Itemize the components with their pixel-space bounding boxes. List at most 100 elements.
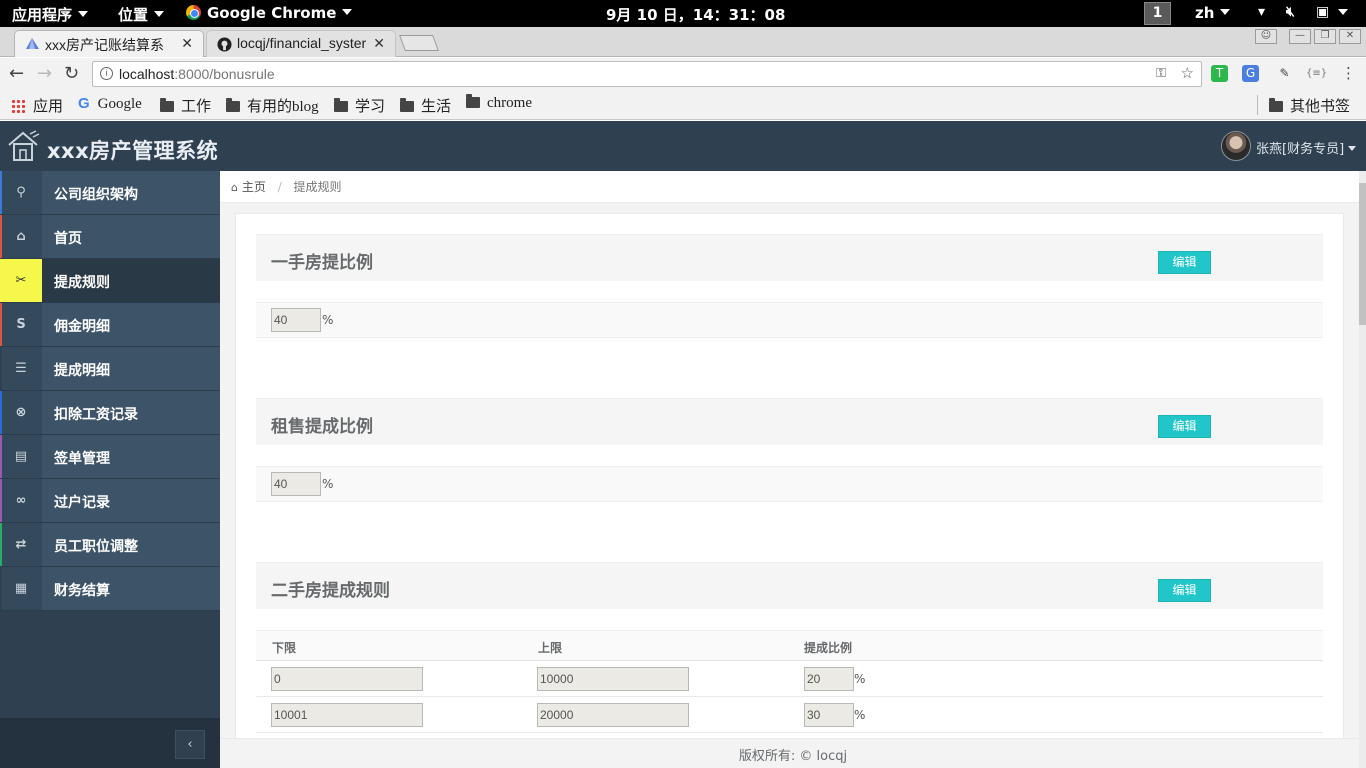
workspace-indicator[interactable]: 1 [1144, 2, 1171, 25]
home-icon: ⌂ [231, 181, 238, 194]
bookmark-star-icon[interactable]: ☆ [1181, 64, 1194, 82]
scrollbar-thumb[interactable] [1359, 183, 1366, 325]
percent-unit: % [322, 313, 334, 327]
input-method-label: zh [1195, 4, 1215, 22]
browser-tab-strip: xxx房产记账结算系 ✕ locqj/financial_syster ✕ ☺ … [0, 27, 1366, 57]
close-icon[interactable]: ✕ [181, 35, 193, 52]
back-icon[interactable]: ← [9, 63, 24, 84]
section-rental-header: 租售提成比例 编辑 [256, 398, 1323, 445]
bookmark-google[interactable]: G Google [78, 95, 142, 113]
sidebar-item-label: 过户记录 [54, 495, 110, 511]
places-menu-label: 位置 [118, 6, 149, 24]
bookmark-folder-life[interactable]: 生活 [400, 95, 451, 116]
bookmarks-divider [1257, 95, 1258, 115]
tools-icon: ✂ [0, 259, 42, 302]
page-scrollbar[interactable] [1359, 171, 1366, 768]
minimize-icon[interactable]: — [1289, 29, 1311, 44]
translate-extension-icon[interactable]: G [1242, 65, 1259, 82]
folder-icon [226, 98, 240, 112]
reload-icon[interactable]: ↻ [64, 63, 79, 84]
chevron-down-icon [1338, 9, 1348, 15]
wifi-icon[interactable]: ▾ [1258, 4, 1265, 20]
key-icon[interactable]: ⚿ [1156, 65, 1166, 81]
bookmark-folder-blog[interactable]: 有用的blog [226, 95, 319, 116]
sidebar-item-accent [0, 391, 2, 434]
profile-icon[interactable]: ☺ [1255, 29, 1277, 44]
clock[interactable]: 9月 10 日，14：31：08 [606, 4, 785, 25]
upper-limit-input[interactable]: 20000 [537, 703, 689, 727]
home-icon: ⌂ [0, 215, 42, 258]
sidebar-item-accent [0, 347, 2, 390]
battery-icon[interactable]: ▣ [1316, 4, 1329, 20]
avatar[interactable] [1221, 131, 1251, 161]
forward-icon[interactable]: → [37, 63, 52, 84]
tab-github[interactable]: locqj/financial_syster ✕ [206, 30, 396, 57]
input-method-menu[interactable]: zh [1195, 4, 1231, 22]
sidebar-item-label: 员工职位调整 [54, 539, 138, 555]
sidebar-item[interactable]: ⌂ 首页 [0, 215, 220, 259]
bookmark-folder-chrome[interactable]: chrome [466, 94, 532, 112]
list-icon: ☰ [0, 347, 42, 390]
chrome-icon [186, 5, 201, 20]
sidebar-item[interactable]: ⚲ 公司组织架构 [0, 171, 220, 215]
bookmark-apps[interactable]: 应用 [11, 95, 63, 116]
breadcrumb-home[interactable]: 主页 [242, 180, 266, 194]
close-window-icon[interactable]: ✕ [1339, 29, 1361, 44]
site-info-icon[interactable]: i [100, 67, 113, 80]
column-upper-limit: 上限 [538, 641, 563, 655]
new-tab-button[interactable] [399, 35, 439, 51]
rate-input[interactable]: 20 [804, 667, 854, 691]
section-title: 租售提成比例 [271, 417, 373, 437]
collapse-sidebar-button[interactable]: ‹ [175, 730, 205, 759]
bookmark-other[interactable]: 其他书签 [1269, 95, 1350, 116]
rental-rate-input[interactable]: 40 [271, 472, 321, 496]
volume-muted-icon[interactable]: 🔇︎ [1286, 4, 1295, 20]
folder-icon [160, 98, 174, 112]
places-menu[interactable]: 位置 [118, 4, 165, 25]
lower-limit-input[interactable]: 10001 [271, 703, 423, 727]
tab-bonusrule[interactable]: xxx房产记账结算系 ✕ [14, 30, 204, 57]
user-menu[interactable]: 张燕[财务专员] [1256, 138, 1357, 157]
bookmarks-bar: 应用 G Google 工作 有用的blog 学习 生活 chrome 其他书签 [0, 90, 1366, 120]
evernote-extension-icon[interactable]: ✎ [1276, 65, 1293, 82]
folder-icon [400, 98, 414, 112]
sidebar-item-label: 公司组织架构 [54, 187, 138, 203]
close-icon[interactable]: ✕ [373, 35, 385, 52]
browser-app-menu[interactable]: Google Chrome [186, 4, 353, 22]
new-house-rate-input[interactable]: 40 [271, 308, 321, 332]
sidebar-item[interactable]: ⇄ 员工职位调整 [0, 523, 220, 567]
bookmark-folder-study[interactable]: 学习 [334, 95, 385, 116]
sidebar-item[interactable]: S 佣金明细 [0, 303, 220, 347]
sidebar-item[interactable]: ☰ 提成明细 [0, 347, 220, 391]
upper-limit-input[interactable]: 10000 [537, 667, 689, 691]
applications-menu[interactable]: 应用程序 [12, 4, 89, 25]
bookmark-label: 有用的blog [247, 99, 319, 115]
section-second-hand-header: 二手房提成规则 编辑 [256, 562, 1323, 609]
lower-limit-input[interactable]: 0 [271, 667, 423, 691]
adblock-extension-icon[interactable]: T [1211, 65, 1228, 82]
edit-new-house-button[interactable]: 编辑 [1158, 251, 1211, 274]
maximize-icon[interactable]: ❐ [1314, 29, 1336, 44]
tab-title: xxx房产记账结算系 [45, 37, 164, 53]
bookmark-folder-work[interactable]: 工作 [160, 95, 211, 116]
rate-input[interactable]: 30 [804, 703, 854, 727]
folder-icon [466, 94, 480, 108]
sidebar-item[interactable]: ⊗ 扣除工资记录 [0, 391, 220, 435]
address-bar[interactable]: i localhost:8000/bonusrule ⚿ ☆ [92, 61, 1202, 87]
json-extension-icon[interactable]: {≡} [1306, 65, 1327, 82]
system-menu[interactable] [1332, 4, 1348, 22]
section-title: 一手房提比例 [271, 253, 373, 273]
browser-menu-icon[interactable]: ⋮ [1340, 65, 1357, 82]
bookmark-label: Google [97, 96, 142, 112]
edit-second-hand-button[interactable]: 编辑 [1158, 579, 1211, 602]
edit-rental-button[interactable]: 编辑 [1158, 415, 1211, 438]
house-logo-icon [8, 130, 40, 161]
app-header: xxx房产管理系统 张燕[财务专员] [0, 121, 1366, 171]
chevron-down-icon [342, 9, 353, 15]
sidebar-item[interactable]: ▤ 签单管理 [0, 435, 220, 479]
folder-icon [1269, 98, 1283, 112]
sidebar-item[interactable]: ✂ 提成规则 [0, 259, 220, 303]
tiers-table-header: 下限 上限 提成比例 [256, 630, 1323, 661]
sidebar-item[interactable]: ▦ 财务结算 [0, 567, 220, 611]
sidebar-item[interactable]: ∞ 过户记录 [0, 479, 220, 523]
